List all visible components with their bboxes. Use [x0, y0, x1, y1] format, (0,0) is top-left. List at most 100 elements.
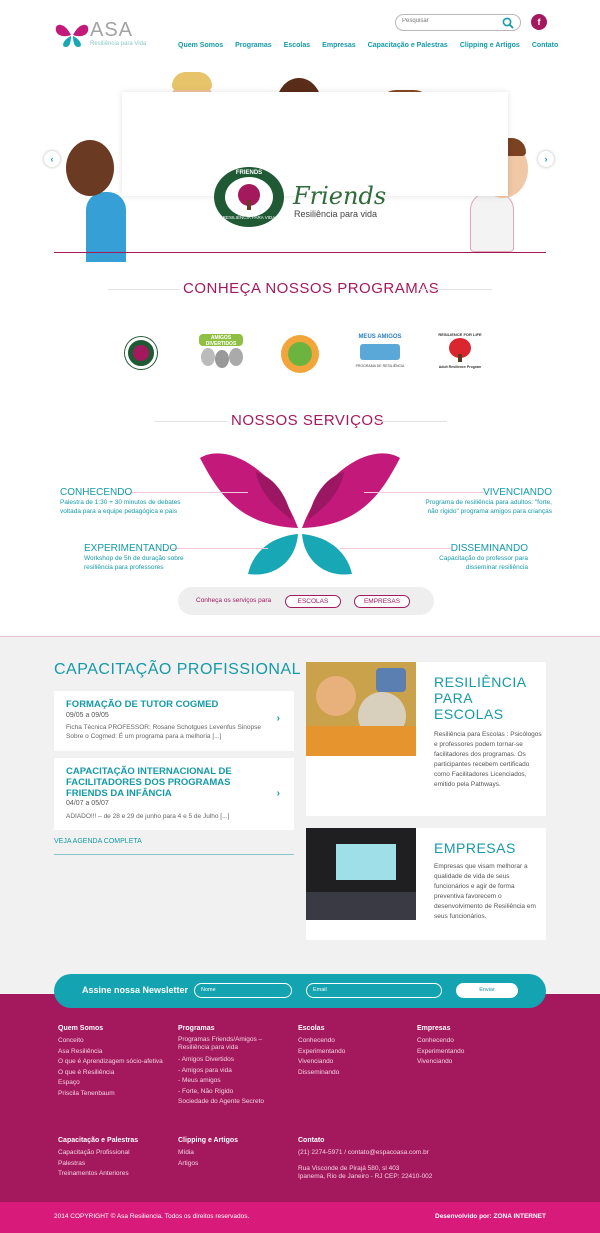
footer-link[interactable]: Asa Resiliência — [58, 1047, 170, 1058]
footer-link[interactable]: Treinamentos Anteriores — [58, 1169, 170, 1180]
nav-programas[interactable]: Programas — [235, 42, 272, 54]
footer-link[interactable]: O que é Resiliência — [58, 1068, 170, 1079]
service-vivenciando[interactable]: VIVENCIANDO Programa de resiliência para… — [414, 487, 552, 516]
footer-link[interactable]: Disseminando — [298, 1068, 408, 1079]
friends-wordmark: Friends — [293, 182, 387, 210]
butterfly-logo-icon — [55, 24, 89, 47]
footer-head[interactable]: Programas — [178, 1025, 288, 1032]
nav-quem-somos[interactable]: Quem Somos — [178, 42, 223, 54]
footer-link[interactable]: Palestras — [58, 1159, 170, 1170]
footer-head[interactable]: Escolas — [298, 1025, 408, 1032]
footer-head[interactable]: Empresas — [417, 1025, 527, 1032]
footer-link[interactable]: Capacitação Profissional — [58, 1148, 170, 1159]
capacitacao-title: CAPACITAÇÃO PROFISSIONAL — [54, 661, 302, 678]
event-card-2[interactable]: CAPACITAÇÃO INTERNACIONAL DE FACILITADOR… — [54, 758, 294, 830]
empresas-button[interactable]: EMPRESAS — [354, 595, 410, 608]
service-conhecendo[interactable]: CONHECENDO Palestra de 1:30 + 30 minutos… — [60, 487, 188, 516]
footer-link[interactable]: Experimentando — [298, 1047, 408, 1058]
nav-escolas[interactable]: Escolas — [284, 42, 310, 54]
service-vivenciando-text: Programa de resiliência para adultos: "f… — [425, 499, 552, 515]
footer-link[interactable]: Priscila Tenenbaum — [58, 1089, 170, 1100]
newsletter-name-input[interactable]: Nome — [194, 983, 292, 998]
footer-link[interactable]: - Meus amigos — [178, 1076, 288, 1087]
footer-link[interactable]: Conhecendo — [417, 1036, 527, 1047]
service-disseminando[interactable]: DISSEMINANDO Capacitação do professor pa… — [424, 543, 528, 572]
services-butterfly-icon — [200, 453, 400, 575]
services-cta-label: Conheça os serviços para — [196, 597, 272, 604]
service-disseminando-text: Capacitação do professor para disseminar… — [439, 555, 528, 571]
service-disseminando-head: DISSEMINANDO — [450, 543, 528, 554]
chevron-right-icon[interactable]: › — [277, 788, 280, 799]
footer-link[interactable]: Vivenciando — [298, 1057, 408, 1068]
service-experimentando[interactable]: EXPERIMENTANDO Workshop de 5h de duração… — [84, 543, 192, 572]
program-amigos-vida-inner — [288, 342, 312, 366]
footer-head[interactable]: Contato — [298, 1137, 498, 1144]
site-logo[interactable]: ASA Resiliência para Vida — [54, 19, 174, 55]
feature-empresas-card[interactable]: EMPRESAS Empresas que visam melhorar a q… — [306, 828, 546, 940]
meus-amigos-label: MEUS AMIGOS — [358, 334, 402, 340]
escolas-button[interactable]: ESCOLAS — [285, 595, 341, 608]
service-experimentando-text: Workshop de 5h de duração sobre resiliên… — [84, 555, 184, 571]
search-box[interactable] — [395, 14, 521, 31]
footer-link[interactable]: Experimentando — [417, 1047, 527, 1058]
program-meus-amigos-logo[interactable]: MEUS AMIGOS PROGRAMA DE RESILIÊNCIA — [352, 334, 408, 374]
search-icon[interactable] — [502, 17, 514, 29]
main-nav: Quem Somos Programas Escolas Empresas Ca… — [178, 42, 558, 54]
event-card-1[interactable]: FORMAÇÃO DE TUTOR COGMED 09/05 a 09/05 F… — [54, 691, 294, 751]
nav-clipping[interactable]: Clipping e Artigos — [460, 42, 520, 54]
programs-title: CONHEÇA NOSSOS PROGRAMAS — [183, 280, 440, 297]
meus-amigos-sub: PROGRAMA DE RESILIÊNCIA — [355, 364, 405, 368]
footer-contact-phone-email[interactable]: (21) 2274-5971 / contato@espacoasa.com.b… — [298, 1148, 498, 1159]
feature-escolas-title: RESILIÊNCIA PARA ESCOLAS — [434, 674, 526, 722]
slider-prev-button[interactable]: ‹ — [44, 151, 60, 167]
newsletter-bar: Assine nossa Newsletter Nome Email Envia… — [54, 974, 546, 1008]
footer-link[interactable]: - Amigos Divertidos — [178, 1055, 288, 1066]
chevron-right-icon[interactable]: › — [277, 713, 280, 724]
agenda-link[interactable]: VEJA AGENDA COMPLETA — [54, 838, 142, 845]
event-card-1-text: Ficha Técnica PROFESSOR: Rosane Schotgue… — [66, 724, 261, 740]
footer-link[interactable]: Conceito — [58, 1036, 170, 1047]
footer-head[interactable]: Quem Somos — [58, 1025, 170, 1032]
feature-escolas-photo — [306, 662, 416, 756]
footer-link[interactable]: Espaço — [58, 1078, 170, 1089]
service-experimentando-head: EXPERIMENTANDO — [84, 543, 178, 554]
brand-tagline: Resiliência para Vida — [90, 41, 147, 47]
nav-contato[interactable]: Contato — [532, 42, 558, 54]
feature-escolas-card[interactable]: RESILIÊNCIA PARA ESCOLAS Resiliência par… — [306, 662, 546, 816]
services-cta-bar: Conheça os serviços para ESCOLAS EMPRESA… — [178, 587, 434, 615]
facebook-icon[interactable]: f — [531, 14, 547, 30]
event-card-2-text: ADIADO!!! – de 28 e 29 de junho para 4 e… — [66, 813, 230, 820]
footer-link[interactable]: - Forte, Não Rígido — [178, 1087, 288, 1098]
event-card-2-title: CAPACITAÇÃO INTERNACIONAL DE FACILITADOR… — [66, 766, 232, 799]
footer-col-programas: Programas Programas Friends/Amigos – Res… — [178, 1025, 288, 1108]
nav-empresas[interactable]: Empresas — [322, 42, 355, 54]
program-amigos-divertidos-logo[interactable]: AMIGOS DIVERTIDOS — [197, 334, 245, 370]
kid-2-hair — [172, 72, 212, 90]
programs-rule-right — [420, 289, 492, 290]
program-resilience-for-life-logo[interactable]: RESILIENCE FOR LIFE Adult Resilience Pro… — [434, 332, 486, 374]
service-conhecendo-text: Palestra de 1:30 + 30 minutos de debates… — [60, 499, 181, 515]
footer-head[interactable]: Clipping e Artigos — [178, 1137, 288, 1144]
slider-next-button[interactable]: › — [538, 151, 554, 167]
footer-link[interactable]: O que é Aprendizagem sócio-afetiva — [58, 1057, 170, 1068]
footer-link[interactable]: Artigos — [178, 1159, 288, 1170]
footer-link[interactable]: Vivenciando — [417, 1057, 527, 1068]
footer-link[interactable]: Programas Friends/Amigos – Resiliência p… — [178, 1036, 288, 1052]
footer-link[interactable]: Sociedade do Agente Secreto — [178, 1097, 288, 1108]
kid-right-body — [470, 192, 514, 252]
footer-col-escolas: Escolas Conhecendo Experimentando Vivenc… — [298, 1025, 408, 1078]
developer-credit[interactable]: Desenvolvido por: ZONA INTERNET — [435, 1213, 546, 1220]
footer-link[interactable]: - Amigos para vida — [178, 1066, 288, 1077]
footer-link[interactable]: Mídia — [178, 1148, 288, 1159]
event-card-2-date: 04/07 a 05/07 — [66, 800, 109, 807]
newsletter-label: Assine nossa Newsletter — [82, 985, 189, 995]
search-input[interactable] — [402, 18, 492, 24]
footer-head[interactable]: Capacitação e Palestras — [58, 1137, 170, 1144]
nav-capacitacao[interactable]: Capacitação e Palestras — [368, 42, 448, 54]
newsletter-email-input[interactable]: Email — [306, 983, 442, 998]
footer-link[interactable]: Conhecendo — [298, 1036, 408, 1047]
event-card-1-title: FORMAÇÃO DE TUTOR COGMED — [66, 699, 219, 710]
badge-bottom-text: RESILIÊNCIA PARA VIDA — [222, 215, 276, 220]
newsletter-submit-button[interactable]: Enviar — [456, 983, 518, 998]
hero-banner — [122, 92, 508, 196]
